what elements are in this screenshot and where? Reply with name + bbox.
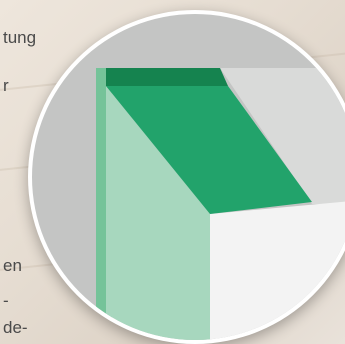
floor [210, 201, 345, 340]
background-text-line: de- [3, 318, 28, 337]
awning-illustration [32, 14, 345, 340]
background-text-line: en [3, 256, 22, 275]
background-text-line: tung [3, 28, 37, 47]
magnified-view [32, 14, 345, 340]
background-text-line: - [3, 291, 9, 310]
screenshot-canvas: tung r en - de- [0, 0, 345, 344]
awning-top-strip [106, 68, 228, 86]
magnifier-lens [28, 10, 345, 344]
background-text-line: r [3, 76, 9, 95]
